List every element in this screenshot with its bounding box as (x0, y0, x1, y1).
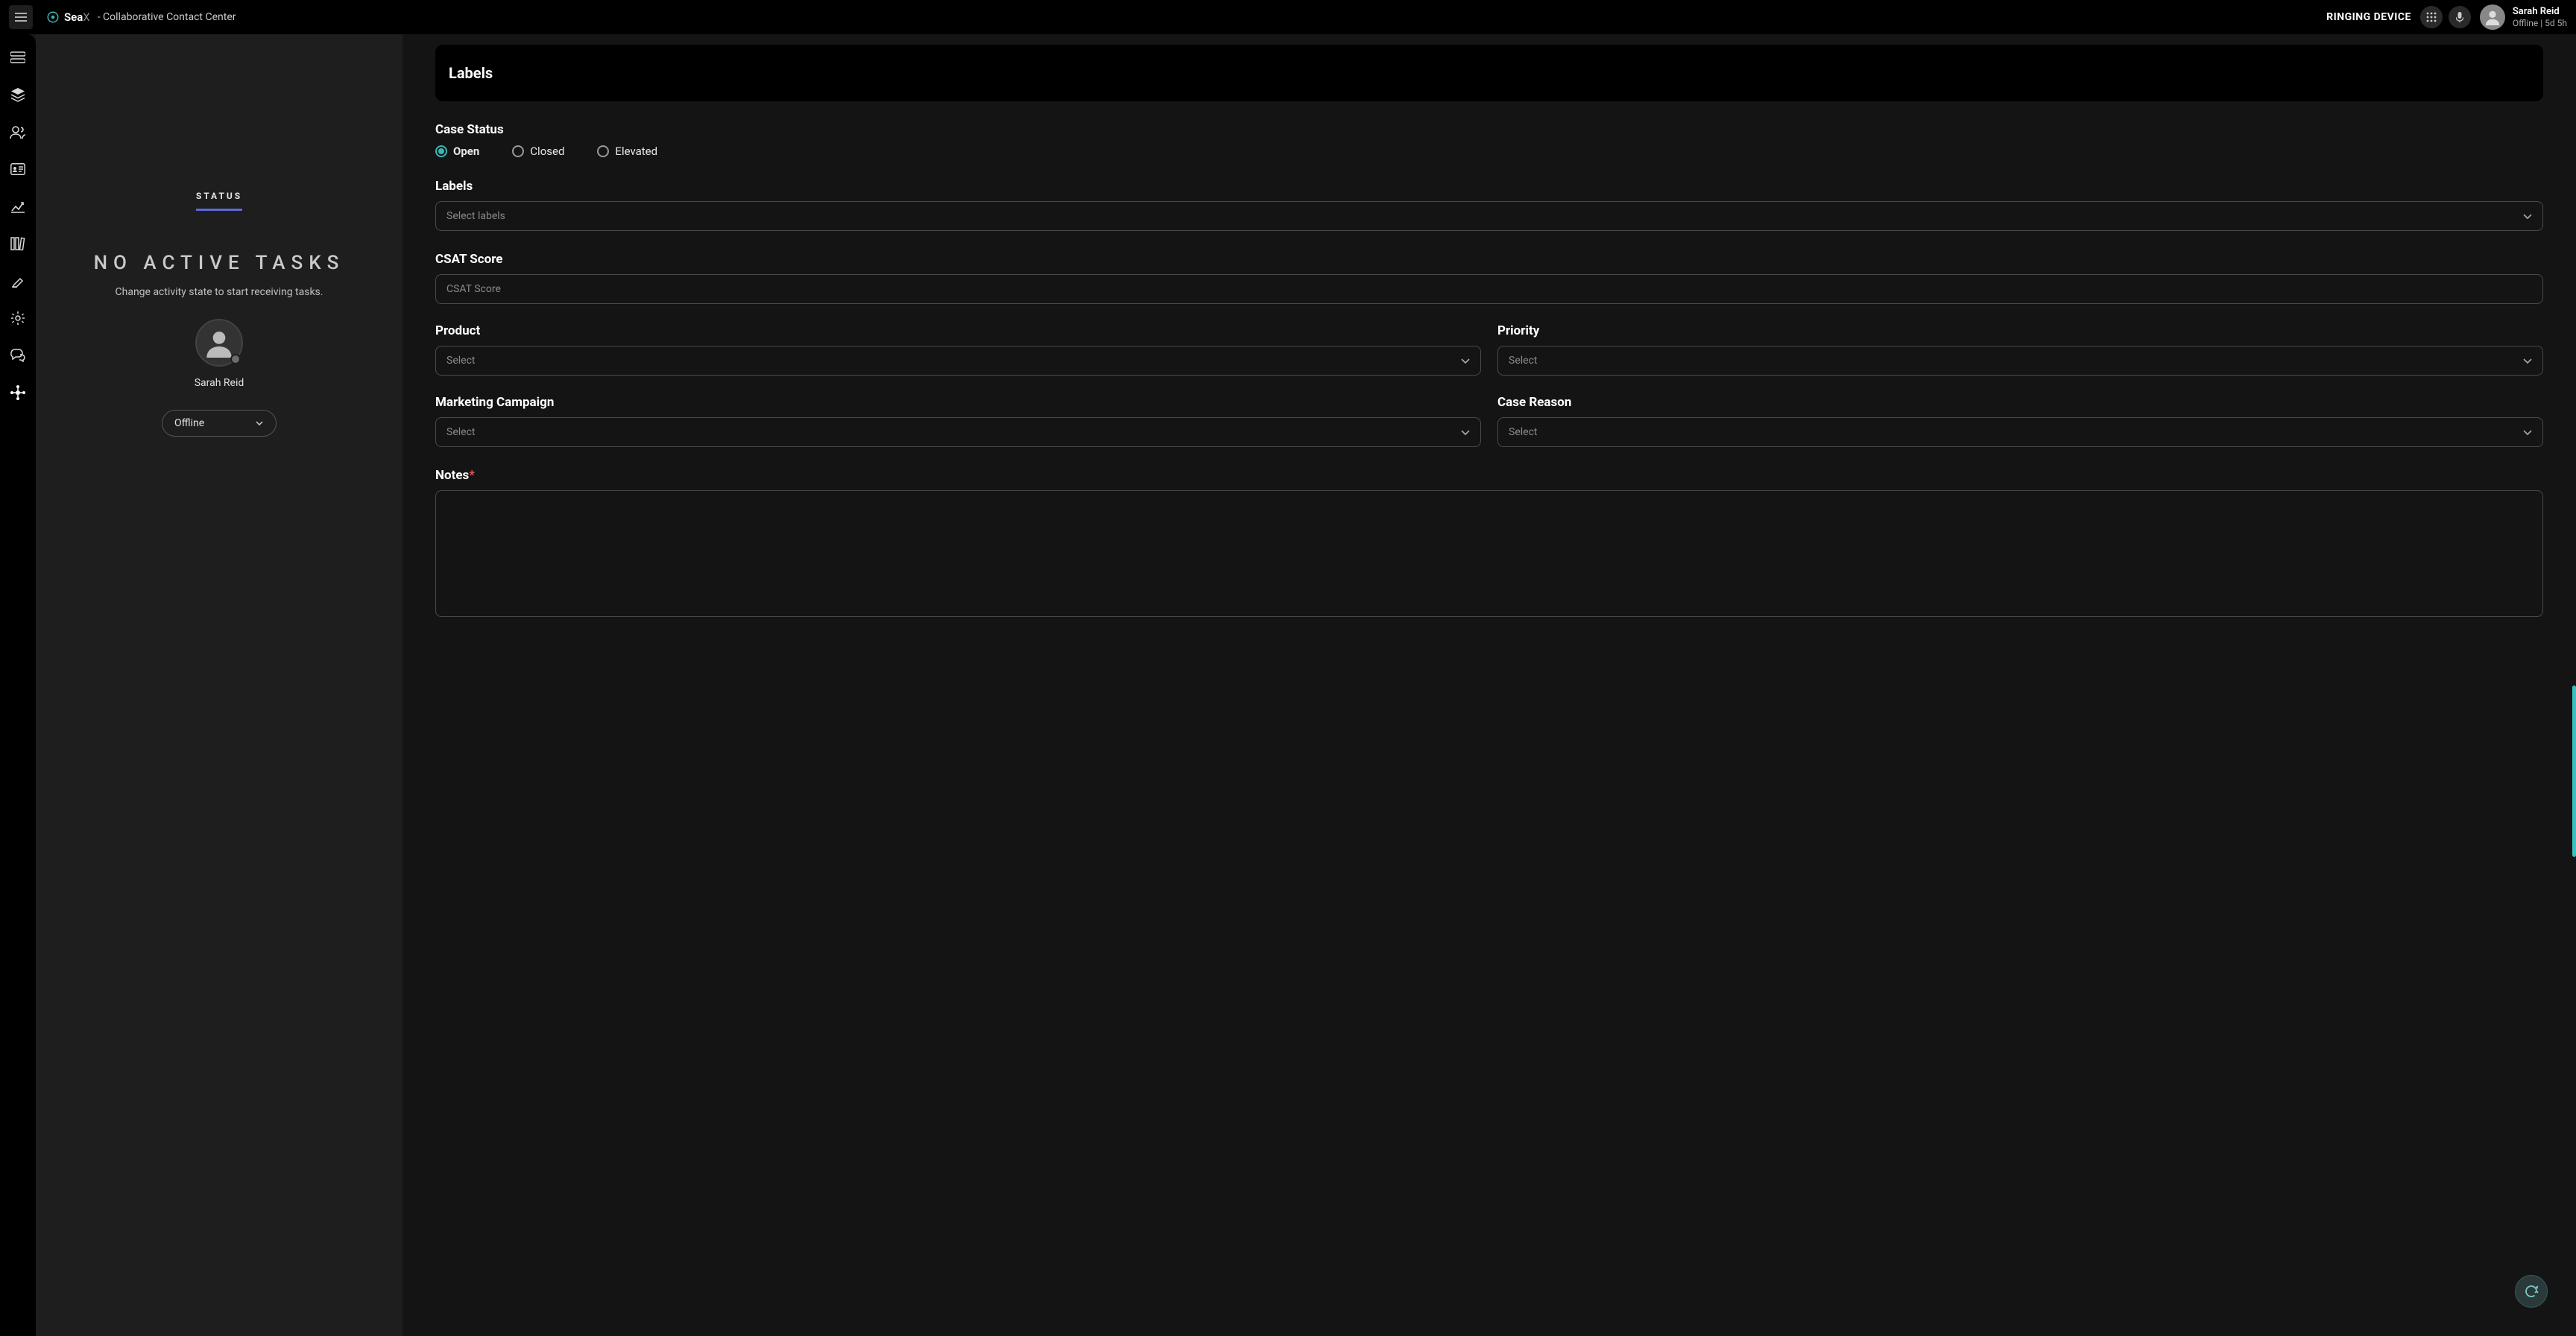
chevron-down-icon (2523, 430, 2532, 435)
reason-field-label: Case Reason (1497, 395, 2543, 410)
status-tab[interactable]: STATUS (196, 191, 242, 211)
labels-placeholder: Select labels (446, 210, 505, 222)
availability-select[interactable]: Offline (162, 410, 277, 437)
product-field-label: Product (435, 323, 1481, 338)
sidebar-item-queue[interactable] (10, 49, 26, 66)
chevron-down-icon (1461, 358, 1470, 364)
logo-icon (46, 10, 60, 24)
csat-input[interactable]: CSAT Score (435, 274, 2543, 304)
profile-avatar (195, 319, 243, 367)
sidebar-item-chat[interactable] (10, 347, 26, 364)
marketing-select[interactable]: Select (435, 417, 1481, 447)
sidebar-rail (0, 34, 36, 1336)
chevron-down-icon (255, 421, 264, 425)
radio-icon (512, 145, 524, 157)
hamburger-menu-button[interactable] (9, 5, 33, 29)
profile-name: Sarah Reid (195, 377, 244, 389)
refresh-icon (2524, 1284, 2539, 1299)
hub-icon (10, 384, 26, 401)
avatar-icon (204, 328, 234, 358)
sidebar-item-hub[interactable] (10, 384, 26, 401)
library-icon (10, 237, 25, 250)
case-status-label: Case Status (435, 122, 2543, 137)
marketing-field-label: Marketing Campaign (435, 395, 1481, 410)
chevron-down-icon (2523, 358, 2532, 364)
case-status-open[interactable]: Open (435, 145, 479, 158)
logo-text: SeaX (64, 10, 90, 24)
app-header: SeaX - Collaborative Contact Center RING… (0, 0, 2576, 34)
header-user-status: Offline | 5d 5h (2513, 18, 2567, 28)
case-status-radio-group: Open Closed Elevated (435, 145, 2543, 158)
labels-select[interactable]: Select labels (435, 201, 2543, 231)
hamburger-icon (15, 13, 27, 22)
labels-card: Labels (435, 45, 2543, 101)
status-panel: STATUS NO ACTIVE TASKS Change activity s… (36, 34, 402, 1336)
availability-value: Offline (174, 417, 204, 429)
header-user-block: Sarah Reid Offline | 5d 5h (2513, 6, 2567, 28)
radio-icon (435, 145, 447, 157)
contacts-icon (10, 125, 26, 139)
app-subtitle: - Collaborative Contact Center (98, 11, 236, 23)
labels-field-label: Labels (435, 179, 2543, 194)
radio-label: Open (453, 145, 479, 158)
ringing-device-label: RINGING DEVICE (2326, 11, 2411, 23)
case-status-closed[interactable]: Closed (512, 145, 564, 158)
marketing-placeholder: Select (446, 426, 475, 438)
sidebar-item-layers[interactable] (10, 86, 26, 103)
csat-field-label: CSAT Score (435, 252, 2543, 267)
case-status-elevated[interactable]: Elevated (597, 145, 657, 158)
reason-select[interactable]: Select (1497, 417, 2543, 447)
sidebar-item-contacts[interactable] (10, 124, 26, 140)
presence-indicator-offline (230, 354, 241, 364)
sidebar-item-analytics[interactable] (10, 198, 26, 215)
reason-placeholder: Select (1509, 426, 1537, 438)
microphone-button[interactable] (2449, 6, 2471, 28)
csat-placeholder: CSAT Score (446, 283, 501, 295)
required-indicator: * (469, 468, 475, 483)
radio-label: Elevated (615, 145, 657, 158)
edit-icon (11, 274, 25, 288)
no-tasks-title: NO ACTIVE TASKS (94, 252, 345, 274)
chevron-down-icon (1461, 430, 1470, 435)
no-tasks-subtitle: Change activity state to start receiving… (116, 286, 323, 298)
gear-icon (10, 311, 25, 326)
sidebar-item-id-card[interactable] (10, 161, 26, 177)
sidebar-item-library[interactable] (10, 235, 26, 252)
dialpad-icon (2426, 12, 2437, 22)
refresh-fab[interactable] (2515, 1275, 2548, 1308)
sidebar-item-edit[interactable] (10, 273, 26, 289)
notes-field-label: Notes* (435, 468, 2543, 483)
case-form-area: Labels Case Status Open Closed Elevated … (402, 34, 2576, 1336)
header-avatar[interactable] (2480, 4, 2505, 30)
header-user-name: Sarah Reid (2513, 6, 2567, 18)
priority-field-label: Priority (1497, 323, 2543, 338)
labels-card-title: Labels (449, 64, 2530, 82)
microphone-icon (2456, 12, 2463, 22)
chevron-down-icon (2523, 214, 2532, 219)
priority-select[interactable]: Select (1497, 346, 2543, 376)
radio-label: Closed (530, 145, 564, 158)
product-select[interactable]: Select (435, 346, 1481, 376)
notes-textarea[interactable] (435, 490, 2543, 617)
dialpad-button[interactable] (2420, 6, 2443, 28)
chat-icon (10, 349, 25, 362)
avatar-icon (2484, 9, 2501, 25)
sidebar-item-settings[interactable] (10, 310, 26, 326)
app-logo: SeaX - Collaborative Contact Center (46, 10, 236, 24)
analytics-icon (10, 200, 25, 213)
queue-icon (10, 51, 25, 63)
priority-placeholder: Select (1509, 355, 1537, 367)
id-card-icon (10, 163, 25, 175)
scrollbar-thumb[interactable] (2572, 686, 2576, 857)
radio-icon (597, 145, 609, 157)
layers-icon (10, 87, 25, 102)
product-placeholder: Select (446, 355, 475, 367)
